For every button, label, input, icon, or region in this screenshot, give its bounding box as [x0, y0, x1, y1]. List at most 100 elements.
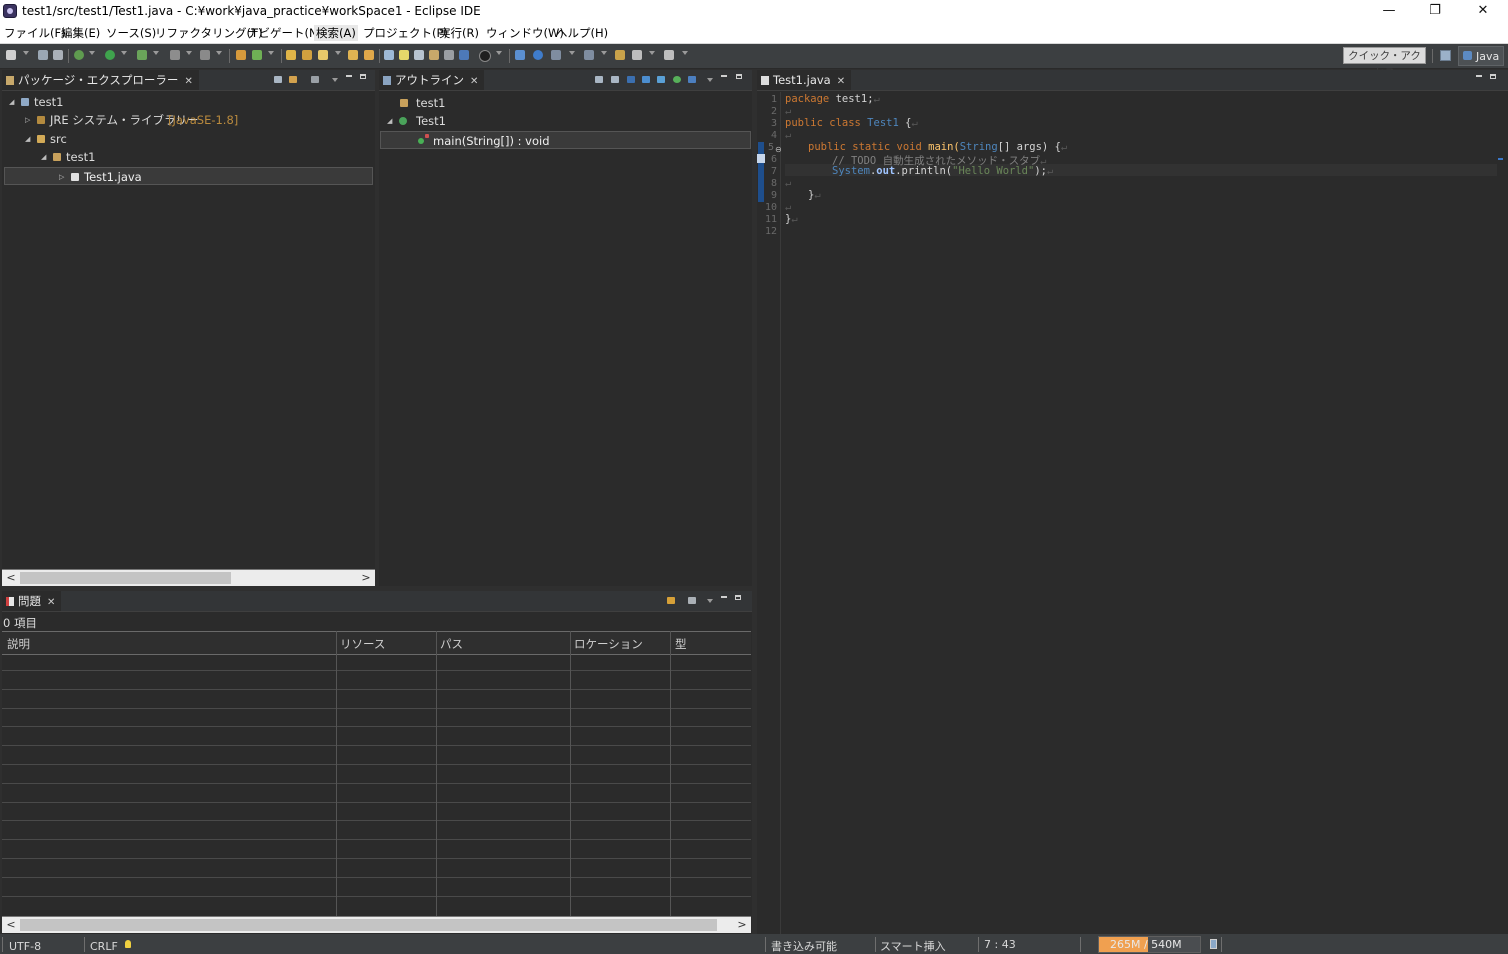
view-menu-icon[interactable] — [332, 78, 338, 82]
coverage-dropdown-icon[interactable] — [153, 51, 159, 55]
hide-fields-icon[interactable] — [627, 76, 635, 83]
new-dropdown-icon[interactable] — [23, 51, 29, 55]
menu-edit[interactable]: 編集(E) — [61, 25, 100, 41]
scroll-right-icon[interactable]: > — [735, 917, 749, 933]
search-icon[interactable] — [318, 50, 328, 60]
menu-window[interactable]: ウィンドウ(W) — [486, 25, 564, 41]
code-line-5[interactable]: public static void main(String[] args) {… — [808, 141, 1067, 153]
maximize-icon[interactable] — [360, 74, 366, 79]
close-icon[interactable]: ✕ — [47, 597, 55, 608]
annotation-dropdown-icon[interactable] — [496, 51, 502, 55]
hide-static-icon[interactable] — [642, 76, 650, 83]
open-perspective-icon[interactable] — [1440, 50, 1451, 61]
java-perspective-button[interactable]: Java — [1458, 46, 1504, 66]
column-description[interactable]: 説明 — [7, 636, 30, 652]
outline-item-method[interactable]: main(String[]) : void — [380, 131, 751, 149]
tab-package-explorer[interactable]: パッケージ・エクスプローラー ✕ — [2, 70, 199, 90]
tree-item-file[interactable]: ▷ Test1.java — [4, 167, 373, 185]
minimize-icon[interactable] — [346, 75, 352, 77]
link-with-editor-icon[interactable] — [688, 76, 696, 83]
expanded-icon[interactable]: ◢ — [41, 148, 46, 166]
run-dropdown-icon[interactable] — [121, 51, 127, 55]
column-path[interactable]: パス — [440, 636, 463, 652]
hide-non-public-icon[interactable] — [657, 76, 665, 83]
word-wrap-icon[interactable] — [444, 50, 454, 60]
close-window-button[interactable]: ✕ — [1460, 0, 1506, 22]
collapsed-icon[interactable]: ▷ — [25, 111, 30, 129]
menu-help[interactable]: ヘルプ(H) — [556, 25, 608, 41]
open-type-icon[interactable] — [286, 50, 296, 60]
toggle-mark-occurrences-icon[interactable] — [384, 50, 394, 60]
fold-icon[interactable]: ⊖ — [775, 145, 782, 154]
debug-dropdown-icon[interactable] — [89, 51, 95, 55]
back-dropdown-icon[interactable] — [649, 51, 655, 55]
heap-status[interactable]: 265M / 540M — [1098, 936, 1201, 953]
code-line-9[interactable]: }↵ — [808, 189, 821, 201]
toggle-highlight-icon[interactable] — [399, 50, 409, 60]
stop-icon[interactable] — [170, 50, 180, 60]
expanded-icon[interactable]: ◢ — [387, 112, 392, 130]
lightbulb-icon[interactable] — [125, 940, 131, 948]
forward-dropdown-icon[interactable] — [682, 51, 688, 55]
scroll-left-icon[interactable]: < — [4, 570, 18, 586]
code-line-11[interactable]: }↵ — [785, 213, 798, 225]
open-folder-icon[interactable] — [348, 50, 358, 60]
code-line-8[interactable]: ↵ — [785, 177, 791, 189]
collapse-all-icon[interactable] — [274, 76, 282, 83]
tab-test1-java[interactable]: Test1.java ✕ — [757, 70, 852, 90]
previous-annotation-dropdown-icon[interactable] — [601, 51, 607, 55]
maximize-icon[interactable] — [735, 595, 741, 600]
build-dropdown-icon[interactable] — [216, 51, 222, 55]
menu-search[interactable]: 検索(A) — [314, 25, 358, 41]
hide-local-types-icon[interactable] — [673, 76, 681, 83]
view-menu-icon[interactable] — [707, 78, 713, 82]
debug-icon[interactable] — [74, 50, 84, 60]
open-console-icon[interactable] — [515, 50, 525, 60]
minimize-icon[interactable] — [1476, 75, 1482, 77]
external-tools-dropdown-icon[interactable] — [186, 51, 192, 55]
problems-horizontal-scrollbar[interactable]: < > — [2, 916, 751, 933]
view-menu-icon[interactable] — [707, 599, 713, 603]
filter-icon[interactable] — [688, 597, 696, 604]
column-resource[interactable]: リソース — [340, 636, 385, 652]
expanded-icon[interactable]: ◢ — [9, 93, 14, 111]
link-with-editor-icon[interactable] — [289, 76, 297, 83]
minimize-icon[interactable] — [721, 596, 727, 598]
annotation-icon[interactable] — [479, 50, 491, 62]
show-whitespace-icon[interactable] — [429, 50, 439, 60]
menu-source[interactable]: ソース(S) — [106, 25, 156, 41]
forward-icon[interactable] — [664, 50, 674, 60]
tree-item-package[interactable]: ◢ test1 — [2, 148, 375, 166]
maximize-icon[interactable] — [1490, 74, 1496, 79]
quick-access-field[interactable]: クイック・アクセス — [1343, 47, 1426, 79]
menu-file[interactable]: ファイル(F) — [4, 25, 66, 41]
close-icon[interactable]: ✕ — [184, 76, 192, 87]
close-icon[interactable]: ✕ — [837, 76, 845, 87]
minimize-button[interactable]: — — [1366, 0, 1412, 22]
menu-navigate[interactable]: ナビゲート(N) — [247, 25, 322, 41]
save-all-icon[interactable] — [53, 50, 63, 60]
run-icon[interactable] — [105, 50, 115, 60]
new-java-project-icon[interactable] — [236, 50, 246, 60]
scroll-right-icon[interactable]: > — [359, 570, 373, 586]
previous-annotation-icon[interactable] — [584, 50, 594, 60]
code-line-3[interactable]: public class Test1 {↵ — [785, 117, 918, 129]
menu-run[interactable]: 実行(R) — [439, 25, 479, 41]
restore-button[interactable]: ❐ — [1412, 0, 1458, 22]
pin-icon[interactable] — [533, 50, 543, 60]
code-line-4[interactable]: ↵ — [785, 129, 791, 141]
column-location[interactable]: ロケーション — [574, 636, 643, 652]
scroll-thumb[interactable] — [20, 919, 717, 931]
code-line-7[interactable]: System.out.println("Hello World");↵ — [832, 165, 1053, 177]
code-line-10[interactable]: ↵ — [785, 201, 791, 213]
coverage-icon[interactable] — [137, 50, 147, 60]
collapse-all-icon[interactable] — [595, 76, 603, 83]
show-invisible-icon[interactable] — [459, 50, 469, 60]
back-icon[interactable] — [632, 50, 642, 60]
menu-project[interactable]: プロジェクト(P) — [363, 25, 448, 41]
scroll-left-icon[interactable]: < — [4, 917, 18, 933]
last-edit-location-icon[interactable] — [615, 50, 625, 60]
toggle-block-selection-icon[interactable] — [414, 50, 424, 60]
code-line-2[interactable]: ↵ — [785, 105, 791, 117]
new-class-dropdown-icon[interactable] — [268, 51, 274, 55]
